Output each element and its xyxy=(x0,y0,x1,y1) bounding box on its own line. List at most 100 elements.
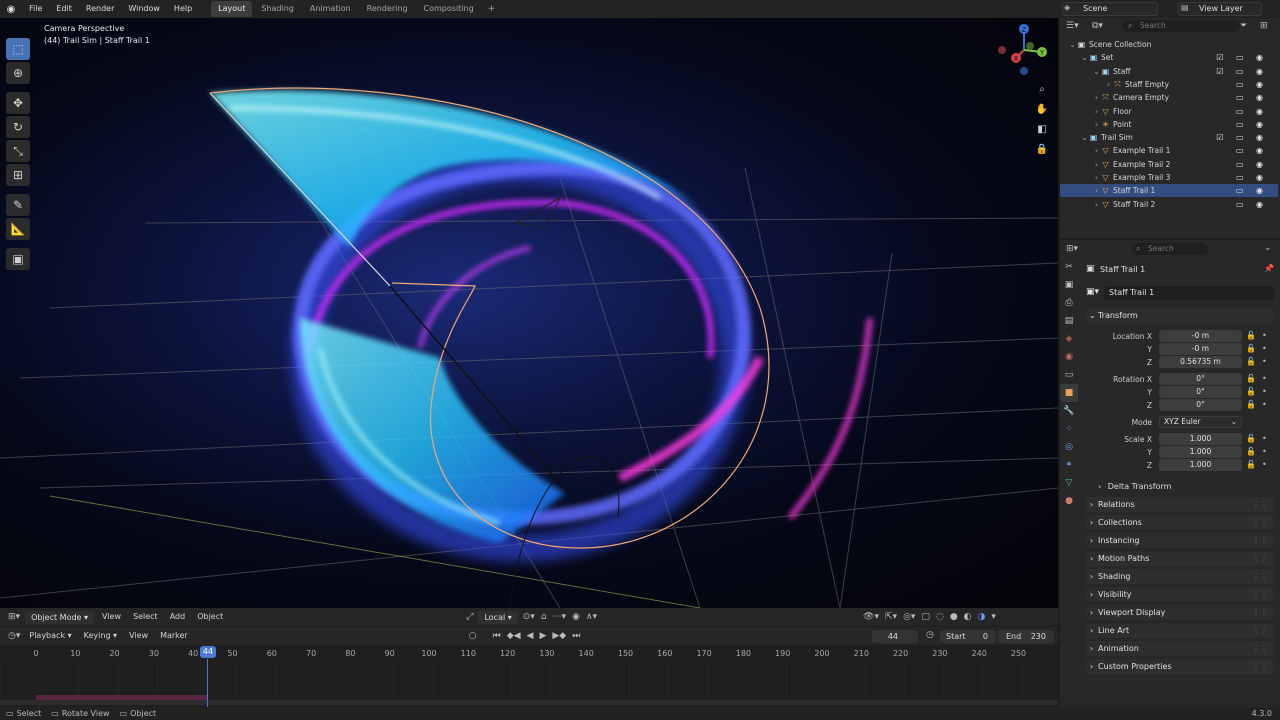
camera-view-icon[interactable]: ◧ xyxy=(1033,120,1051,138)
menu-view[interactable]: View xyxy=(96,608,127,626)
visibility-panel-header[interactable]: › Visibility ⋮⋮ xyxy=(1086,587,1274,602)
visibility-toggle-icon[interactable]: ▭ ◉ xyxy=(1236,105,1268,118)
scene-selector[interactable]: Scene xyxy=(1062,2,1158,16)
lock-location-x-icon[interactable]: 🔓 xyxy=(1246,331,1256,340)
visibility-toggle-icon[interactable]: ▭ ◉ xyxy=(1236,91,1268,104)
scene-tab-icon[interactable]: ◈ xyxy=(1060,330,1078,348)
pivot-icon[interactable]: ⊙▾ xyxy=(520,612,538,622)
frame-ruler[interactable]: 0 10 20 30 40 50 60 70 80 90 100 110 120 130 140 150 160… xyxy=(0,645,1058,661)
animation-panel-header[interactable]: › Animation ⋮⋮ xyxy=(1086,641,1274,656)
expand-arrow-icon[interactable]: › xyxy=(1092,144,1101,157)
location-z-field[interactable]: 0.56735 m xyxy=(1159,356,1242,368)
menu-render[interactable]: Render xyxy=(79,0,121,18)
drag-handle-icon[interactable]: ⋮⋮ xyxy=(1252,515,1268,530)
object-mode-dropdown[interactable]: Object Mode ▾ xyxy=(25,610,95,624)
constraints-tab-icon[interactable]: ⚭ xyxy=(1060,456,1078,474)
drag-handle-icon[interactable]: ⋮⋮ xyxy=(1252,659,1268,674)
properties-editor-icon[interactable]: ⊞▾ xyxy=(1066,244,1078,254)
scale-tool-icon[interactable]: ⤡ xyxy=(6,140,30,162)
falloff-icon[interactable]: ∧▾ xyxy=(583,612,600,622)
menu-file[interactable]: File xyxy=(22,0,49,18)
visibility-toggle-icon[interactable]: ▭ ◉ xyxy=(1236,78,1268,91)
motion-paths-panel-header[interactable]: › Motion Paths ⋮⋮ xyxy=(1086,551,1274,566)
annotate-tool-icon[interactable]: ✎ xyxy=(6,194,30,216)
jump-end-icon[interactable]: ⏭ xyxy=(569,631,583,641)
drag-handle-icon[interactable]: ⋮⋮ xyxy=(1252,497,1268,512)
line-art-panel-header[interactable]: › Line Art ⋮⋮ xyxy=(1086,623,1274,638)
record-icon[interactable]: ○ xyxy=(466,631,480,641)
delta-transform-subpanel[interactable]: › Delta Transform xyxy=(1098,482,1171,491)
lock-location-y-icon[interactable]: 🔓 xyxy=(1246,344,1256,353)
proportional-edit-icon[interactable]: ◉ xyxy=(569,612,583,622)
keyframe-location-y-icon[interactable]: • xyxy=(1262,344,1267,353)
visibility-toggle-icon[interactable]: ▭ ◉ xyxy=(1236,158,1268,171)
visibility-toggle-icon[interactable]: ☑ ▭ ◉ xyxy=(1216,65,1268,78)
drag-handle-icon[interactable]: ⋮⋮ xyxy=(1252,569,1268,584)
filter-icon[interactable]: ⏷ xyxy=(1240,21,1247,31)
world-tab-icon[interactable]: ◉ xyxy=(1060,348,1078,366)
visibility-toggle-icon[interactable]: ▭ ◉ xyxy=(1236,171,1268,184)
view-layer-selector[interactable]: View Layer xyxy=(1178,2,1262,16)
tab-layout[interactable]: Layout xyxy=(211,1,253,17)
instancing-panel-header[interactable]: › Instancing ⋮⋮ xyxy=(1086,533,1274,548)
render-tab-icon[interactable]: ▣ xyxy=(1060,276,1078,294)
menu-window[interactable]: Window xyxy=(121,0,167,18)
keyframe-scale-x-icon[interactable]: • xyxy=(1262,434,1267,443)
shading-wireframe-icon[interactable]: ◌ xyxy=(933,612,947,622)
expand-arrow-icon[interactable]: ⌄ xyxy=(1092,65,1101,78)
tab-compositing[interactable]: Compositing xyxy=(417,1,481,17)
modifier-tab-icon[interactable]: 🔧 xyxy=(1060,402,1078,420)
outliner-row[interactable]: › ▽ Example Trail 2 ▭ ◉ xyxy=(1060,158,1278,171)
visibility-toggle-icon[interactable]: ☑ ▭ ◉ xyxy=(1216,131,1268,144)
scale-y-field[interactable]: 1.000 xyxy=(1159,446,1242,458)
relations-panel-header[interactable]: › Relations ⋮⋮ xyxy=(1086,497,1274,512)
object-type-icon[interactable]: ▣▾ xyxy=(1086,287,1099,297)
rotation-x-field[interactable]: 0° xyxy=(1159,373,1242,385)
visibility-toggle-icon[interactable]: ▭ ◉ xyxy=(1236,184,1268,197)
collections-panel-header[interactable]: › Collections ⋮⋮ xyxy=(1086,515,1274,530)
snap-target-icon[interactable]: ⋯▾ xyxy=(550,612,570,622)
lock-location-z-icon[interactable]: 🔓 xyxy=(1246,357,1256,366)
transform-panel-header[interactable]: ⌄ Transform xyxy=(1086,308,1274,323)
lock-rotation-z-icon[interactable]: 🔓 xyxy=(1246,400,1256,409)
add-cube-tool-icon[interactable]: ▣ xyxy=(6,248,30,270)
lock-rotation-x-icon[interactable]: 🔓 xyxy=(1246,374,1256,383)
play-icon[interactable]: ▶ xyxy=(536,631,549,641)
object-tab-icon[interactable]: ■ xyxy=(1060,384,1078,402)
visibility-icon[interactable]: 👁▾ xyxy=(860,612,882,622)
blender-logo-icon[interactable]: ◉ xyxy=(0,4,22,15)
expand-arrow-icon[interactable]: ⌄ xyxy=(1080,131,1089,144)
particles-tab-icon[interactable]: ⁘ xyxy=(1060,420,1078,438)
playhead-frame[interactable]: 44 xyxy=(200,646,216,658)
drag-handle-icon[interactable]: ⋮⋮ xyxy=(1252,641,1268,656)
keyframe-location-z-icon[interactable]: • xyxy=(1262,357,1267,366)
play-reverse-icon[interactable]: ◀ xyxy=(524,631,537,641)
view-layer-tab-icon[interactable]: ▤ xyxy=(1060,312,1078,330)
location-y-field[interactable]: -0 m xyxy=(1159,343,1242,355)
outliner-row[interactable]: › ▽ Floor ▭ ◉ xyxy=(1060,105,1278,118)
expand-arrow-icon[interactable]: › xyxy=(1092,184,1101,197)
outliner-row[interactable]: ⌄ ▣ Scene Collection xyxy=(1060,38,1278,51)
editor-type-icon[interactable]: ⊞▾ xyxy=(0,612,23,622)
expand-arrow-icon[interactable]: ⌄ xyxy=(1068,38,1077,51)
expand-arrow-icon[interactable]: › xyxy=(1092,198,1101,211)
snap-icon[interactable]: ⌂ xyxy=(538,612,550,622)
prev-keyframe-icon[interactable]: ◆◀ xyxy=(504,631,524,641)
tab-rendering[interactable]: Rendering xyxy=(360,1,415,17)
expand-arrow-icon[interactable]: › xyxy=(1092,158,1101,171)
pin-icon[interactable]: 📌 xyxy=(1264,264,1274,273)
visibility-toggle-icon[interactable]: ▭ ◉ xyxy=(1236,198,1268,211)
output-tab-icon[interactable]: ⎙ xyxy=(1060,294,1078,312)
drag-handle-icon[interactable]: ⋮⋮ xyxy=(1252,551,1268,566)
add-workspace-button[interactable]: + xyxy=(483,4,501,14)
lock-scale-y-icon[interactable]: 🔓 xyxy=(1246,447,1256,456)
menu-keying[interactable]: Keying ▾ xyxy=(78,627,123,645)
outliner-row[interactable]: ⌄ ▣ Staff ☑ ▭ ◉ xyxy=(1060,65,1278,78)
visibility-toggle-icon[interactable]: ☑ ▭ ◉ xyxy=(1216,51,1268,64)
expand-arrow-icon[interactable]: ⌄ xyxy=(1080,51,1089,64)
menu-edit[interactable]: Edit xyxy=(49,0,79,18)
expand-arrow-icon[interactable]: › xyxy=(1092,118,1101,131)
menu-object[interactable]: Object xyxy=(191,608,229,626)
drag-handle-icon[interactable]: ⋮⋮ xyxy=(1252,587,1268,602)
lock-scale-x-icon[interactable]: 🔓 xyxy=(1246,434,1256,443)
